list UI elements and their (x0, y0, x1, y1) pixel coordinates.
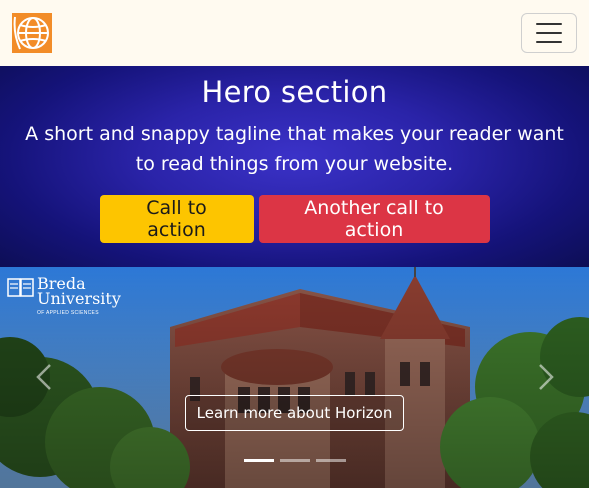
carousel-indicators (244, 459, 346, 462)
hero-section: Hero section A short and snappy tagline … (0, 66, 589, 267)
chevron-left-icon[interactable] (32, 362, 56, 392)
hero-tagline: A short and snappy tagline that makes yo… (25, 123, 564, 175)
globe-logo-icon[interactable] (12, 13, 52, 53)
another-call-to-action-button[interactable]: Another call to action (258, 195, 490, 243)
carousel-indicator-1[interactable] (244, 459, 274, 462)
chevron-right-icon[interactable] (534, 362, 558, 392)
hamburger-menu-icon (536, 23, 562, 43)
logo-text-line2: University (37, 289, 121, 308)
breda-university-logo: Breda University OF APPLIED SCIENCES (7, 276, 121, 321)
image-carousel: Breda University OF APPLIED SCIENCES Lea… (0, 267, 589, 488)
learn-more-button[interactable]: Learn more about Horizon (185, 395, 404, 431)
hero-cta-group: Call to action Another call to action (0, 195, 589, 243)
carousel-indicator-3[interactable] (316, 459, 346, 462)
logo-text-line3: OF APPLIED SCIENCES (37, 310, 99, 316)
carousel-indicator-2[interactable] (280, 459, 310, 462)
open-book-logo-icon (7, 278, 34, 297)
call-to-action-button[interactable]: Call to action (99, 195, 254, 243)
navbar-toggler-button[interactable] (521, 13, 577, 53)
hero-title: Hero section (201, 75, 388, 109)
navbar (0, 0, 589, 66)
